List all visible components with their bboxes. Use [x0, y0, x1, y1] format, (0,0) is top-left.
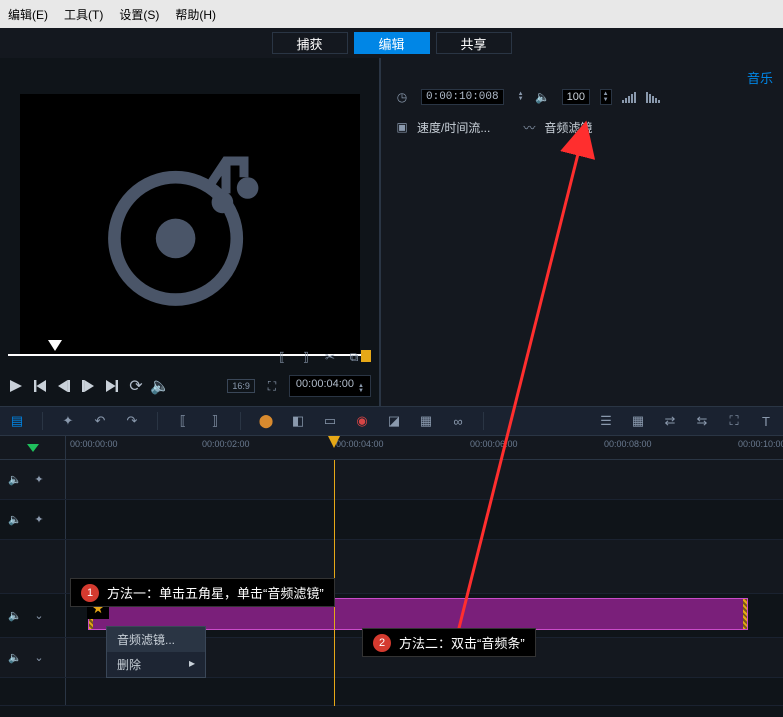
mark-in-icon[interactable]: ⟦	[273, 348, 291, 366]
text-track-icon[interactable]: T	[757, 412, 775, 430]
link-icon[interactable]: ⧉	[345, 348, 363, 366]
menu-tools[interactable]: 工具(T)	[64, 6, 103, 23]
fx-track-icon[interactable]: ✦	[32, 473, 46, 487]
playback-controls: ⟳ 🔈 16:9 ⛶ 00:00:04:00▲▼	[8, 372, 371, 400]
preview-canvas	[20, 94, 360, 354]
track-body[interactable]	[66, 460, 783, 499]
callout-badge-2: 2	[373, 634, 391, 652]
filter-icon: 〰	[520, 118, 538, 136]
callout-badge-1: 1	[81, 584, 99, 602]
fade-in-icon[interactable]	[622, 91, 636, 103]
undo-icon[interactable]: ↶	[91, 412, 109, 430]
scroll-icon[interactable]: ⇆	[693, 412, 711, 430]
fx-track-icon[interactable]: ✦	[32, 513, 46, 527]
ruler-tick: 00:00:10:00	[738, 439, 783, 449]
speaker-track-icon[interactable]: 🔈	[8, 473, 22, 487]
duration-field[interactable]: 0:00:10:008	[421, 89, 504, 105]
ctx-audio-filter[interactable]: 音频滤镜...	[107, 627, 205, 652]
track-extra	[0, 678, 783, 706]
step-back-button[interactable]	[56, 378, 72, 394]
go-end-button[interactable]	[104, 378, 120, 394]
context-menu: 音频滤镜... 删除▸	[106, 626, 206, 678]
mode-tabs: 捕获 编辑 共享	[272, 32, 512, 54]
timeline-ruler[interactable]: 00:00:00:00 00:00:02:00 00:00:04:00 00:0…	[0, 436, 783, 460]
ripple-icon[interactable]: ⇄	[661, 412, 679, 430]
timecode-display[interactable]: 00:00:04:00▲▼	[289, 375, 371, 397]
tools-icon[interactable]: ✦	[59, 412, 77, 430]
tab-share[interactable]: 共享	[436, 32, 512, 54]
callout-1: 1 方法一：单击五角星，单击“音频滤镜”	[70, 578, 335, 607]
volume-spinner[interactable]: ▲▼	[600, 89, 612, 105]
volume-button[interactable]: 🔈	[152, 378, 168, 394]
marker-1-icon[interactable]: ⟦	[174, 412, 192, 430]
track-video: 🔈✦	[0, 460, 783, 500]
ruler-tick: 00:00:00:00	[70, 439, 118, 449]
audio-filter-button[interactable]: 〰 音频滤镜	[520, 118, 592, 136]
track-manager-icon[interactable]: ☰	[597, 412, 615, 430]
aspect-badge[interactable]: 16:9	[227, 379, 255, 393]
fit-icon[interactable]: ⛶	[725, 412, 743, 430]
play-indicator-icon	[27, 444, 39, 452]
menu-help[interactable]: 帮助(H)	[175, 6, 216, 23]
ctx-delete[interactable]: 删除▸	[107, 652, 205, 677]
marker-2-icon[interactable]: ⟧	[206, 412, 224, 430]
mark-out-icon[interactable]: ⟧	[297, 348, 315, 366]
media-icon[interactable]: ◉	[353, 412, 371, 430]
redo-icon[interactable]: ↷	[123, 412, 141, 430]
ruler-tick: 00:00:06:00	[470, 439, 518, 449]
step-fwd-button[interactable]	[80, 378, 96, 394]
music-link[interactable]: 音乐	[747, 68, 773, 87]
fade-out-icon[interactable]	[646, 91, 660, 103]
ruler-tick: 00:00:04:00	[336, 439, 384, 449]
grid-icon[interactable]: ▦	[629, 412, 647, 430]
filter-tb-icon[interactable]: ▦	[417, 412, 435, 430]
volume-field[interactable]: 100	[562, 89, 590, 105]
clock-icon: ◷	[393, 88, 411, 106]
ruler-body[interactable]: 00:00:00:00 00:00:02:00 00:00:04:00 00:0…	[66, 436, 783, 459]
share-icon[interactable]: ∞	[449, 412, 467, 430]
expand-icon[interactable]: ⛶	[263, 377, 281, 395]
preview-panel: ⟦ ⟧ ✂ ⧉ ⟳ 🔈 16:9 ⛶ 00:00:04:00▲▼	[0, 58, 380, 406]
speed-time-button[interactable]: ▣ 速度/时间流...	[393, 118, 490, 136]
track-body[interactable]	[66, 678, 783, 705]
track-body[interactable]	[66, 500, 783, 539]
callout-2: 2 方法二：双击“音频条”	[362, 628, 536, 657]
menu-edit[interactable]: 编辑(E)	[8, 6, 48, 23]
mode-row: 捕获 编辑 共享	[0, 28, 783, 58]
speaker-track-icon[interactable]: 🔈	[8, 651, 22, 665]
track-overlay: 🔈✦	[0, 500, 783, 540]
storyboard-view-icon[interactable]: ▤	[8, 412, 26, 430]
expand-track-icon[interactable]: ⌄	[32, 609, 46, 623]
overlay-icon[interactable]: ◪	[385, 412, 403, 430]
scrub-handle[interactable]	[48, 340, 62, 351]
tab-capture[interactable]: 捕获	[272, 32, 348, 54]
speaker-track-icon[interactable]: 🔈	[8, 513, 22, 527]
speaker-icon: 🔈	[534, 88, 552, 106]
loop-button[interactable]: ⟳	[128, 378, 144, 394]
cut-icon[interactable]: ✂	[321, 348, 339, 366]
subtitle-icon[interactable]: ▭	[321, 412, 339, 430]
callout-text-2: 方法二：双击“音频条”	[399, 633, 525, 652]
expand-track-icon[interactable]: ⌄	[32, 651, 46, 665]
timeline-toolbar: ▤ ✦ ↶ ↷ ⟦ ⟧ ⬤ ◧ ▭ ◉ ◪ ▦ ∞ ☰ ▦ ⇄ ⇆ ⛶ T	[0, 406, 783, 436]
menubar: 编辑(E) 工具(T) 设置(S) 帮助(H)	[0, 0, 783, 28]
options-panel: 音乐 ◷ 0:00:10:008 ▲▼ 🔈 100 ▲▼ ▣ 速度/时间流...…	[380, 58, 783, 406]
speed-icon: ▣	[393, 118, 411, 136]
menu-settings[interactable]: 设置(S)	[119, 6, 159, 23]
ruler-tick: 00:00:08:00	[604, 439, 652, 449]
tab-edit[interactable]: 编辑	[354, 32, 430, 54]
ruler-head[interactable]	[0, 436, 66, 459]
go-start-button[interactable]	[32, 378, 48, 394]
record-icon[interactable]: ⬤	[257, 412, 275, 430]
chapter-icon[interactable]: ◧	[289, 412, 307, 430]
callout-text-1: 方法一：单击五角星，单击“音频滤镜”	[107, 583, 324, 602]
speaker-track-icon[interactable]: 🔈	[8, 609, 22, 623]
ruler-tick: 00:00:02:00	[202, 439, 250, 449]
music-disc-icon	[100, 134, 280, 314]
play-button[interactable]	[8, 378, 24, 394]
